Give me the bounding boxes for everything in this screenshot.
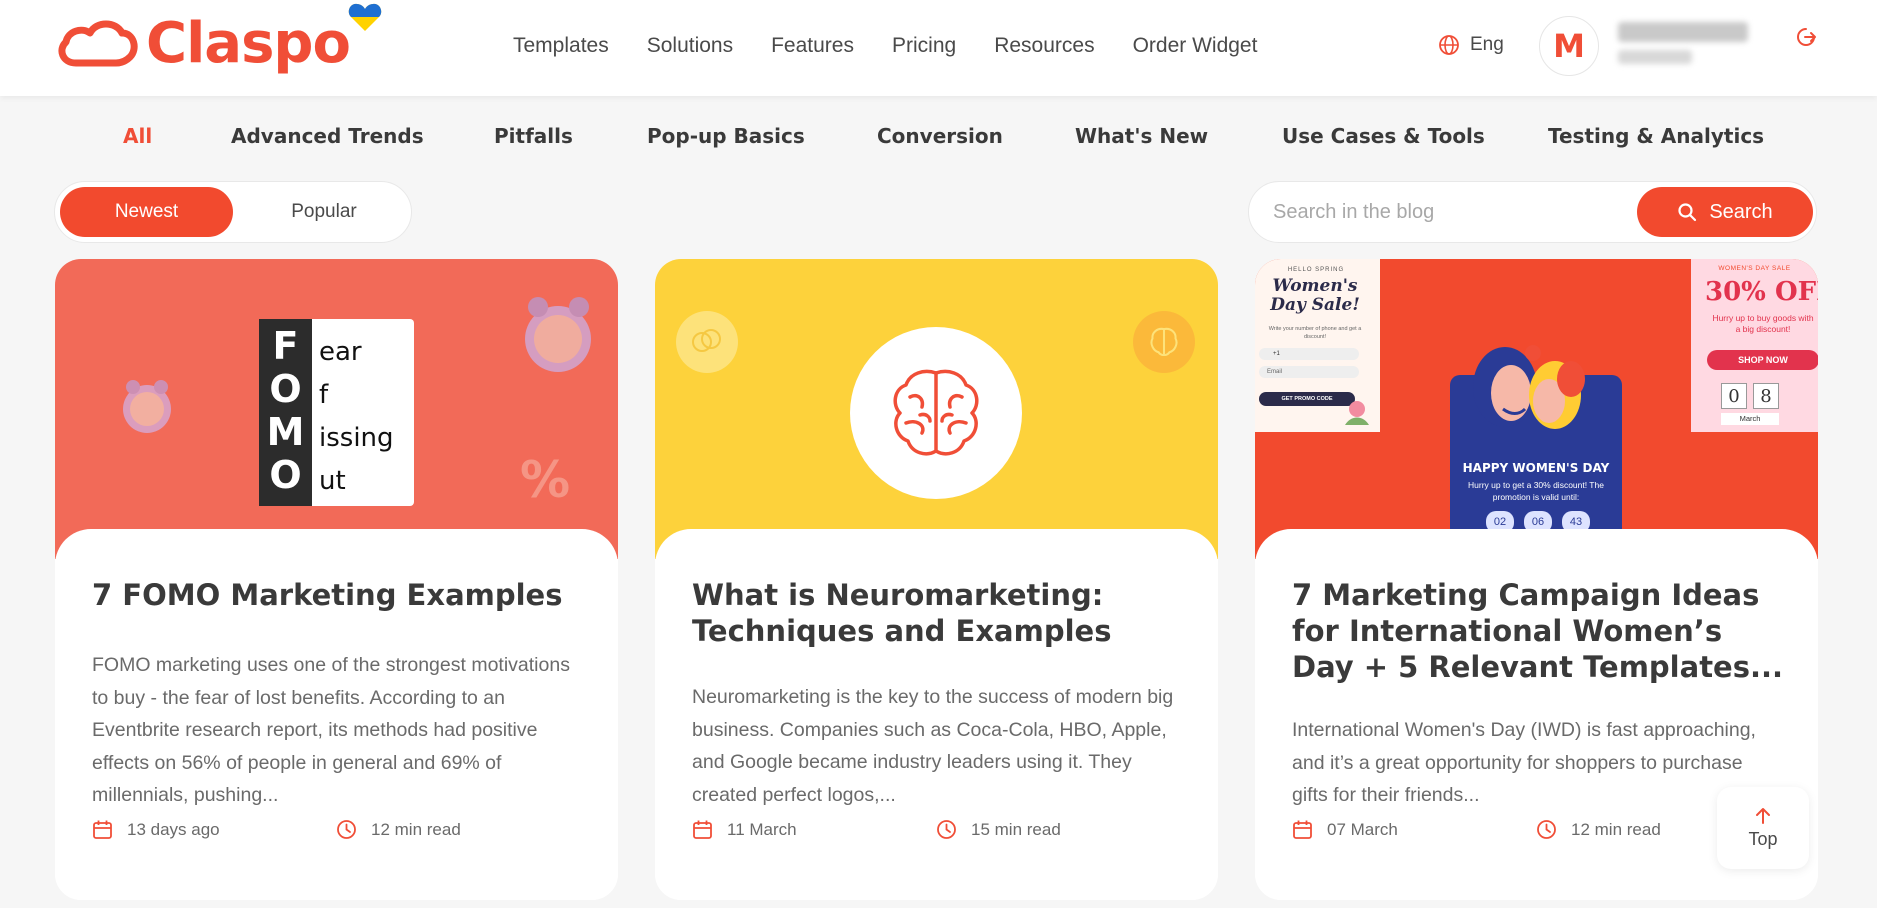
clock-icon — [1537, 820, 1556, 839]
clock-icon — [937, 820, 956, 839]
search-input[interactable] — [1273, 196, 1623, 228]
card-meta: 13 days ago 12 min read — [92, 819, 582, 847]
sort-newest-button[interactable]: Newest — [60, 187, 233, 237]
user-name-blurred[interactable] — [1618, 22, 1748, 42]
card-image-womens-day: HELLO SPRING Women's Day Sale! Write you… — [1255, 259, 1818, 565]
card-excerpt: Neuromarketing is the key to the success… — [692, 686, 1174, 806]
cloud-logo-icon — [58, 20, 138, 67]
card-meta: 11 March 15 min read — [692, 819, 1182, 847]
language-label: Eng — [1470, 34, 1504, 55]
site-header: Claspo Templates Solutions Features Pric… — [0, 0, 1877, 96]
nav-resources[interactable]: Resources — [994, 34, 1094, 58]
card-date: 07 March — [1292, 819, 1398, 840]
tab-popup-basics[interactable]: Pop-up Basics — [647, 124, 805, 148]
tab-pitfalls[interactable]: Pitfalls — [494, 124, 573, 148]
card-meta: 07 March 12 min read — [1292, 819, 1782, 847]
clock-icon — [337, 820, 356, 839]
search-button[interactable]: Search — [1637, 187, 1813, 237]
sort-toggle: Newest Popular — [54, 181, 412, 243]
user-account-blurred — [1618, 50, 1692, 64]
card-title[interactable]: What is Neuromarketing: Techniques and E… — [692, 577, 1187, 649]
card-read-time: 12 min read — [336, 819, 461, 840]
women-faces-illustration — [1473, 345, 1585, 429]
card-read-time: 12 min read — [1536, 819, 1661, 840]
tab-use-cases-tools[interactable]: Use Cases & Tools — [1282, 124, 1485, 148]
alarm-clock-icon — [525, 297, 591, 372]
blog-card[interactable]: F O M O ear f issing ut % 7 FOMO Marketi… — [55, 259, 618, 900]
tab-conversion[interactable]: Conversion — [877, 124, 1003, 148]
arrow-up-icon — [1756, 807, 1770, 824]
card-image-neuromarketing — [655, 259, 1218, 559]
card-image-fomo: F O M O ear f issing ut % — [55, 259, 618, 559]
tab-testing-analytics[interactable]: Testing & Analytics — [1548, 124, 1764, 148]
search-button-label: Search — [1709, 200, 1773, 223]
card-read-time: 15 min read — [936, 819, 1061, 840]
nav-templates[interactable]: Templates — [513, 34, 609, 58]
card-date: 11 March — [692, 819, 797, 840]
blog-card[interactable]: What is Neuromarketing: Techniques and E… — [655, 259, 1218, 900]
womens-day-popup-right: WOMEN'S DAY SALE 30% OFF Hurry up to buy… — [1691, 259, 1818, 432]
language-switcher[interactable]: Eng — [1438, 34, 1504, 56]
user-avatar[interactable]: M — [1539, 16, 1599, 76]
globe-icon — [1439, 35, 1459, 55]
logout-icon[interactable] — [1794, 25, 1818, 49]
nav-features[interactable]: Features — [771, 34, 854, 58]
brain-icon — [893, 369, 979, 456]
top-button-label: Top — [1748, 828, 1778, 849]
search-icon — [1678, 203, 1697, 222]
card-title[interactable]: 7 Marketing Campaign Ideas for Internati… — [1292, 577, 1787, 685]
sort-popular-button[interactable]: Popular — [240, 187, 408, 237]
card-excerpt: International Women's Day (IWD) is fast … — [1292, 719, 1756, 806]
fomo-acronym: F O M O ear f issing ut — [266, 324, 394, 497]
blog-search: Search — [1248, 181, 1817, 243]
tab-whats-new[interactable]: What's New — [1075, 124, 1208, 148]
nav-solutions[interactable]: Solutions — [647, 34, 733, 58]
brain-small-icon — [1150, 327, 1178, 356]
calendar-icon — [693, 820, 712, 839]
card-title[interactable]: 7 FOMO Marketing Examples — [92, 577, 587, 613]
percent-decoration: % — [520, 451, 571, 509]
card-date: 13 days ago — [92, 819, 220, 840]
claspo-logo[interactable]: Claspo — [54, 11, 351, 76]
womens-day-popup-left: HELLO SPRING Women's Day Sale! Write you… — [1255, 259, 1380, 432]
calendar-icon — [93, 820, 112, 839]
scroll-to-top-button[interactable]: Top — [1717, 787, 1809, 869]
nav-order-widget[interactable]: Order Widget — [1133, 34, 1258, 58]
calendar-icon — [1293, 820, 1312, 839]
logo-wordmark: Claspo — [146, 11, 351, 76]
tab-advanced-trends[interactable]: Advanced Trends — [231, 124, 424, 148]
card-excerpt: FOMO marketing uses one of the strongest… — [92, 654, 570, 806]
nav-pricing[interactable]: Pricing — [892, 34, 956, 58]
tab-all[interactable]: All — [123, 124, 152, 148]
category-tabs: All Advanced Trends Pitfalls Pop-up Basi… — [0, 124, 1877, 154]
alarm-clock-icon — [123, 380, 171, 433]
ukraine-heart-icon — [348, 3, 382, 31]
main-nav: Templates Solutions Features Pricing Res… — [513, 34, 1295, 58]
